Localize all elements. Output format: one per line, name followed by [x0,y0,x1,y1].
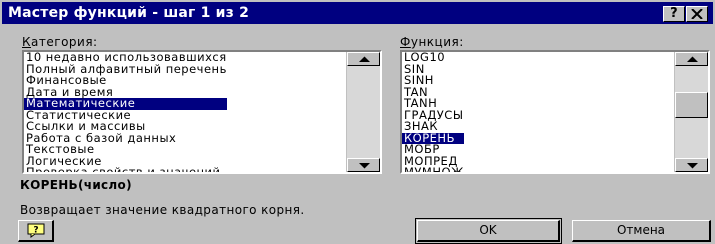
function-wizard-dialog: Мастер функций - шаг 1 из 2 ? Категория:… [0,0,715,244]
title-bar: Мастер функций - шаг 1 из 2 ? [2,2,713,24]
category-list: 10 недавно использовавшихся Полный алфави… [24,52,227,172]
svg-text:?: ? [33,226,38,236]
function-scroll-up-button[interactable] [675,52,708,66]
category-list-item[interactable]: Проверка свойств и значений [24,166,227,172]
help-icon: ? [27,223,44,238]
ok-button[interactable]: OK [415,218,562,244]
arrow-up-icon [687,56,698,62]
category-scroll-up-button[interactable] [347,52,380,66]
help-title-button[interactable]: ? [663,6,685,22]
close-icon [691,8,703,20]
arrow-up-icon [359,56,370,62]
category-scroll-down-button[interactable] [347,158,380,172]
function-list-item[interactable]: МУМНОЖ [402,166,464,172]
arrow-down-icon [687,163,698,169]
function-scroll-thumb[interactable] [675,92,708,118]
cancel-button[interactable]: Отмена [572,220,711,242]
close-button[interactable] [686,6,708,22]
category-label: Категория: [22,35,98,49]
office-assistant-button[interactable]: ? [18,220,54,242]
function-scrollbar[interactable] [674,52,708,172]
function-scroll-down-button[interactable] [675,158,708,172]
function-list: LOG10 SIN SINH TAN TANH ГРАДУСЫ ЗНАК КОРЕНЬ МОБР… [402,52,464,172]
function-label: Функция: [400,35,464,49]
function-description: Возвращает значение квадратного корня. [20,203,305,217]
arrow-down-icon [359,163,370,169]
category-listbox[interactable]: 10 недавно использовавшихся Полный алфави… [22,50,382,174]
function-listbox[interactable]: LOG10 SIN SINH TAN TANH ГРАДУСЫ ЗНАК КОРЕНЬ МОБР… [400,50,710,174]
category-scrollbar[interactable] [346,52,380,172]
function-signature: КОРЕНЬ(число) [20,178,132,192]
dialog-title: Мастер функций - шаг 1 из 2 [8,5,250,21]
